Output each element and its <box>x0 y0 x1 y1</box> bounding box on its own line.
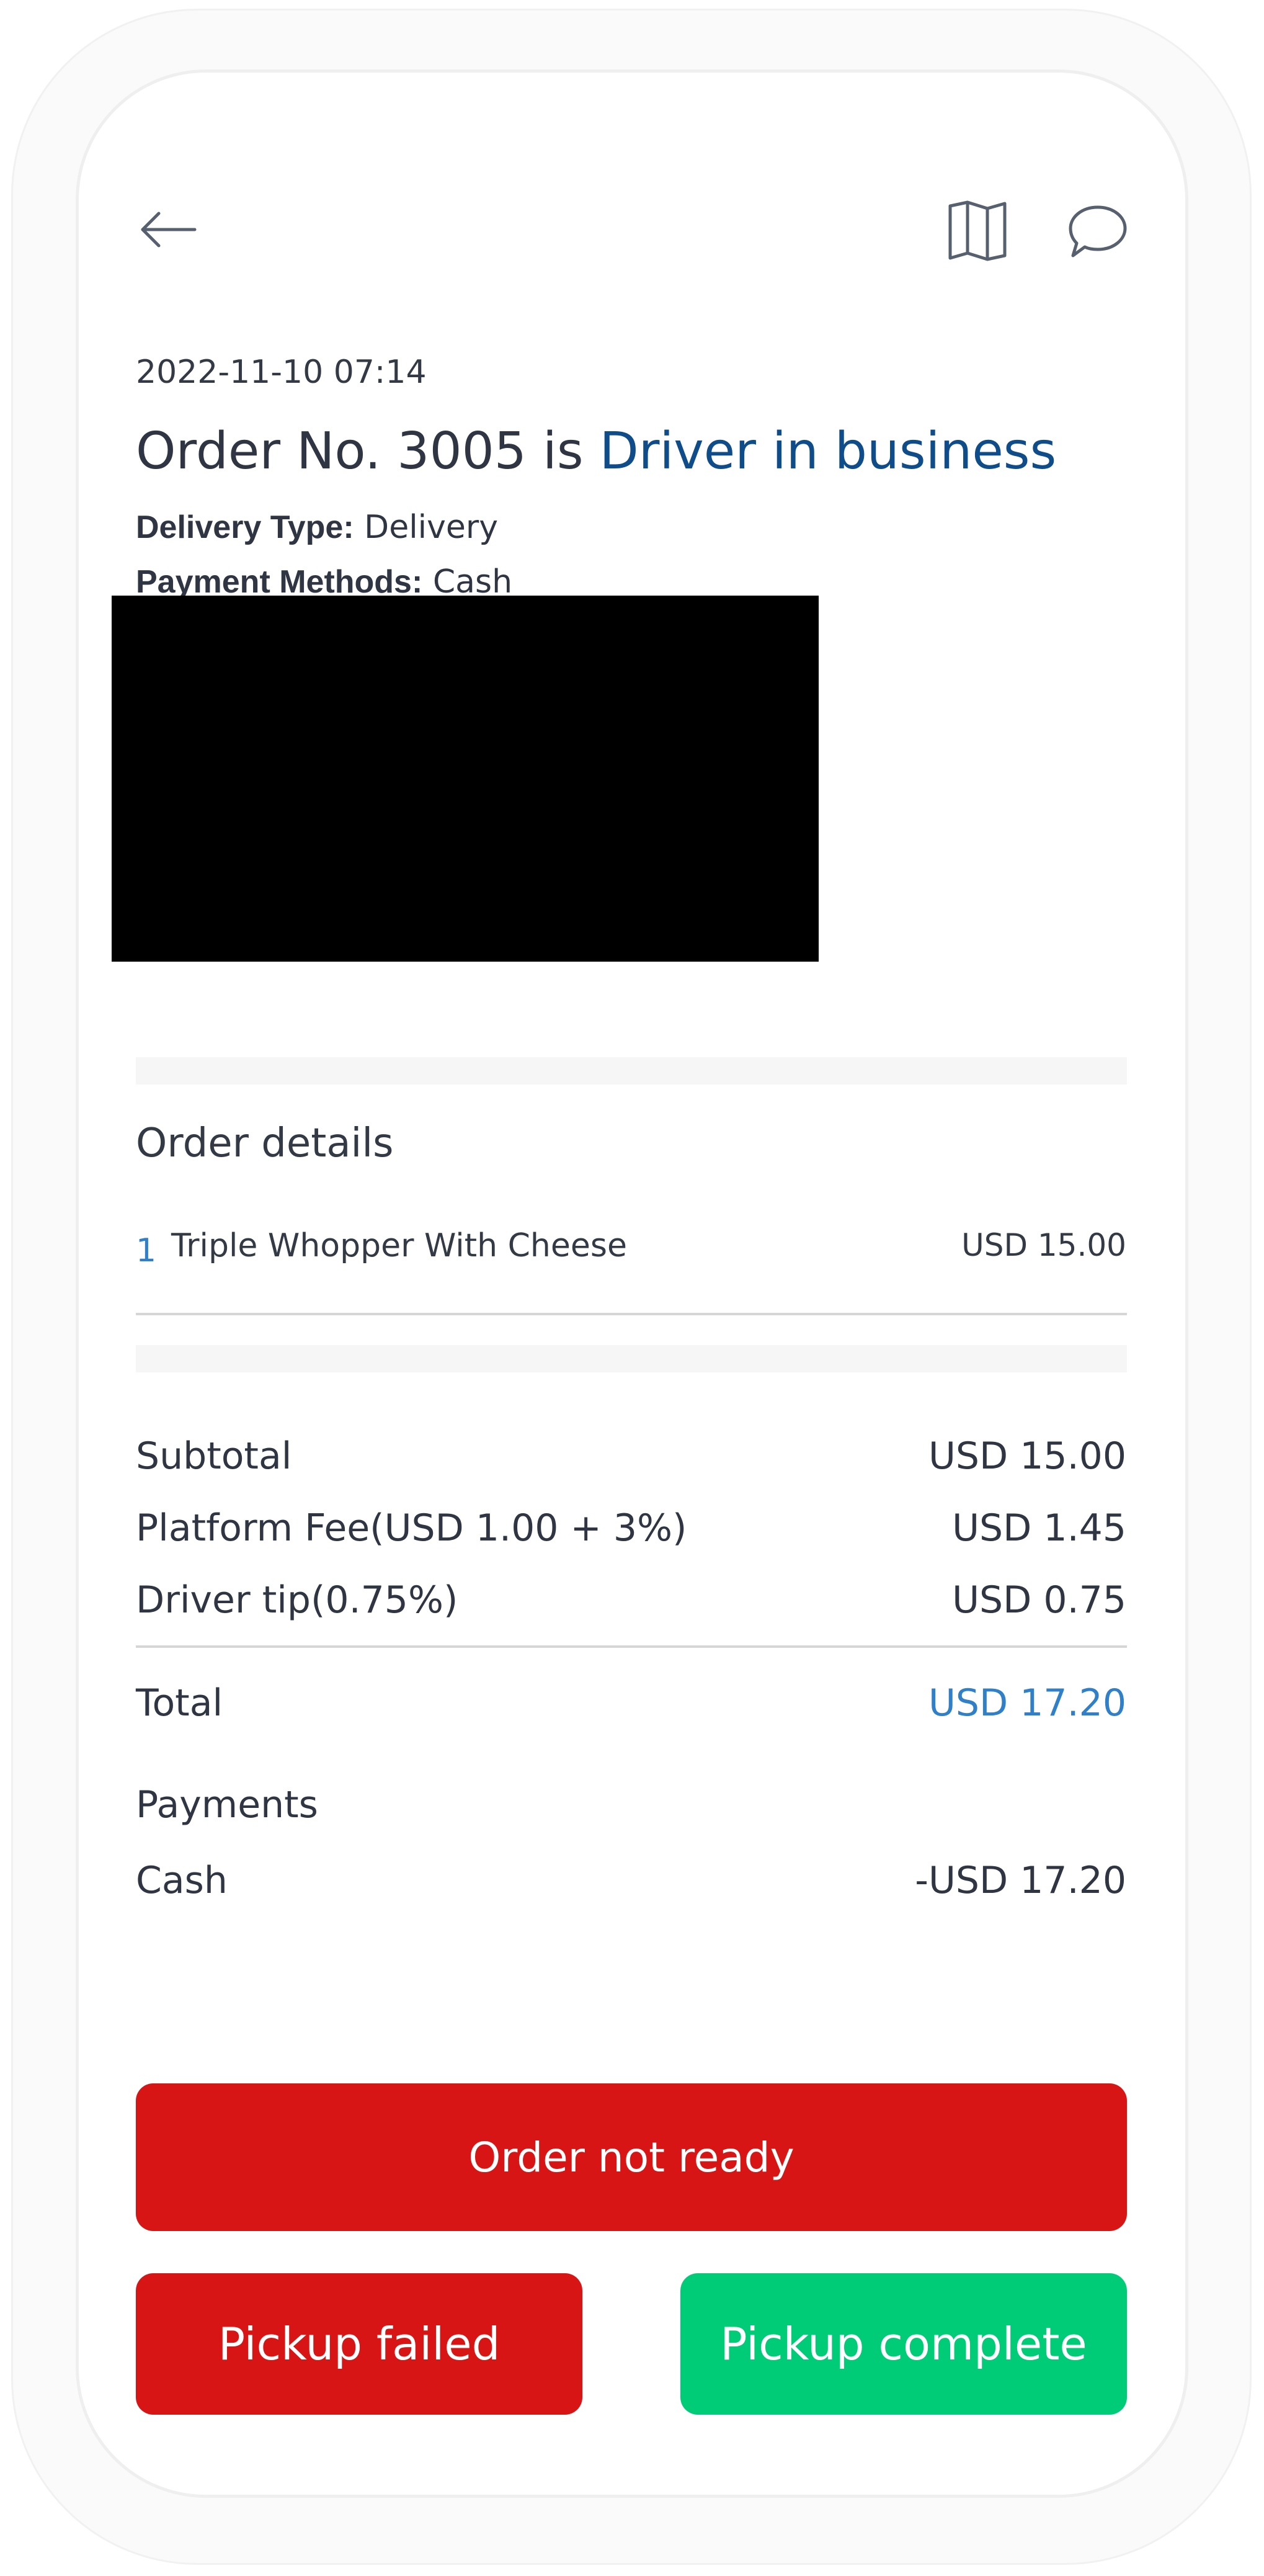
section-separator <box>136 1057 1127 1085</box>
subtotal-label: Subtotal <box>136 1434 292 1478</box>
delivery-type: Delivery Type: Delivery <box>136 509 498 546</box>
payment-method-value: -USD 17.20 <box>915 1859 1126 1902</box>
chat-bubble-icon[interactable] <box>1067 202 1129 261</box>
payment-methods-label: Payment Methods: <box>136 564 423 600</box>
order-title: Order No. 3005 is Driver in business <box>136 422 1056 481</box>
driver-tip-label: Driver tip(0.75%) <box>136 1578 458 1622</box>
order-not-ready-button[interactable]: Order not ready <box>136 2083 1127 2231</box>
order-datetime: 2022-11-10 07:14 <box>136 354 427 391</box>
order-details-heading: Order details <box>136 1120 394 1166</box>
total-value: USD 17.20 <box>928 1681 1126 1725</box>
payments-heading: Payments <box>136 1783 318 1827</box>
payment-methods-value: Cash <box>432 563 513 601</box>
pickup-failed-button[interactable]: Pickup failed <box>136 2273 582 2415</box>
driver-tip-value: USD 0.75 <box>952 1578 1126 1622</box>
section-separator <box>136 1345 1127 1372</box>
back-arrow-icon[interactable] <box>138 205 200 254</box>
pickup-complete-button[interactable]: Pickup complete <box>680 2273 1127 2415</box>
item-price: USD 15.00 <box>961 1227 1126 1263</box>
item-name: Triple Whopper With Cheese <box>171 1227 627 1264</box>
subtotal-value: USD 15.00 <box>928 1434 1126 1478</box>
payment-methods: Payment Methods: Cash <box>136 563 512 601</box>
order-status: Driver in business <box>599 422 1057 481</box>
platform-fee-value: USD 1.45 <box>952 1506 1126 1550</box>
payment-method-label: Cash <box>136 1859 228 1902</box>
redacted-area <box>112 596 819 962</box>
divider <box>136 1313 1127 1315</box>
item-quantity: 1 <box>136 1232 157 1269</box>
map-icon[interactable] <box>946 200 1008 262</box>
delivery-type-value: Delivery <box>364 509 499 546</box>
total-label: Total <box>136 1681 223 1725</box>
order-title-prefix: Order No. 3005 is <box>136 422 584 481</box>
platform-fee-label: Platform Fee(USD 1.00 + 3%) <box>136 1506 687 1550</box>
delivery-type-label: Delivery Type: <box>136 509 354 545</box>
divider <box>136 1645 1127 1648</box>
